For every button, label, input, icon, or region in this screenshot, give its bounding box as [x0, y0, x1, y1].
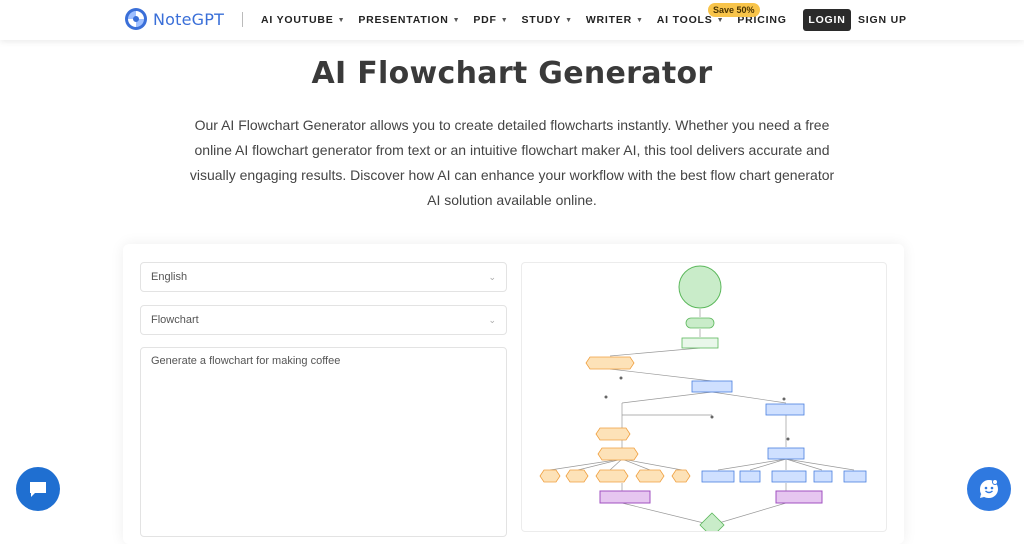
nav-item-label: WRITER	[585, 14, 633, 26]
prompt-textarea[interactable]: Generate a flowchart for making coffee	[140, 347, 507, 537]
notegpt-logo-icon	[125, 8, 147, 30]
nav-item-label: PRESENTATION	[358, 14, 449, 26]
chevron-down-icon: ▼	[565, 16, 573, 24]
nav-item-pdf[interactable]: PDF ▼	[473, 14, 508, 26]
chevron-down-icon: ▼	[716, 16, 725, 24]
login-button[interactable]: LOGIN	[803, 9, 851, 31]
page-title: AI Flowchart Generator	[311, 56, 713, 91]
brand-logo[interactable]: NoteGPT	[124, 7, 224, 31]
nav-item-ai-youtube[interactable]: AI YOUTUBE ▼	[261, 14, 345, 26]
signup-link[interactable]: SIGN UP	[858, 14, 907, 26]
flowchart-preview	[521, 262, 887, 532]
nav-item-label: AI TOOLS	[656, 14, 713, 26]
page-description: Our AI Flowchart Generator allows you to…	[189, 117, 835, 208]
chevron-down-icon: ▼	[337, 16, 346, 24]
flowchart-preview-image	[539, 265, 867, 531]
nav-item-presentation[interactable]: PRESENTATION ▼	[358, 14, 460, 26]
chat-button[interactable]	[16, 467, 60, 511]
nav-item-study[interactable]: STUDY ▼	[522, 14, 573, 26]
save-badge: Save 50%	[708, 3, 760, 17]
chevron-down-icon: ▼	[452, 16, 461, 24]
nav-item-label: PDF	[473, 14, 497, 26]
nav-item-writer[interactable]: WRITER ▼	[586, 14, 644, 26]
prompt-text: Generate a flowchart for making coffee	[151, 355, 341, 367]
chat-bubble-icon	[30, 482, 46, 497]
chart-type-select-value: Flowchart	[151, 314, 199, 326]
language-select-value: English	[151, 271, 188, 283]
language-select[interactable]: English ⌄	[140, 262, 507, 292]
brand-name: NoteGPT	[153, 9, 225, 29]
chevron-down-icon: ▼	[636, 16, 644, 24]
help-button[interactable]	[967, 467, 1011, 511]
chevron-down-icon: ⌄	[488, 314, 496, 325]
chart-type-select[interactable]: Flowchart ⌄	[140, 305, 507, 335]
nav-item-label: STUDY	[521, 14, 562, 26]
chevron-down-icon: ⌄	[488, 271, 496, 282]
support-agent-icon	[979, 479, 998, 499]
nav-divider	[242, 12, 243, 27]
nav-item-label: AI YOUTUBE	[261, 14, 334, 26]
chevron-down-icon: ▼	[500, 16, 509, 24]
top-nav: NoteGPT AI YOUTUBE ▼ PRESENTATION ▼ PDF ▼ S…	[0, 0, 1024, 40]
